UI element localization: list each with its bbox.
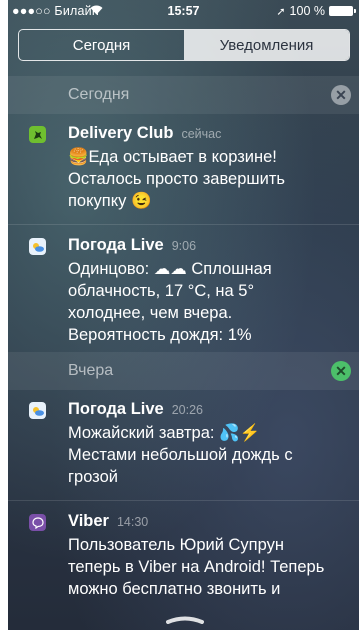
- notification-time: 9:06: [171, 239, 197, 253]
- viber-icon: [29, 514, 46, 531]
- section-header-today: Сегодня ✕: [8, 76, 359, 114]
- notification-time: сейчас: [181, 127, 222, 141]
- notification-time: 20:26: [171, 403, 203, 417]
- body-line: облачность, 17 °C, на 5°: [68, 282, 255, 300]
- notification-body: Одинцово: ☁☁ Сплошная облачность, 17 °C,…: [68, 258, 353, 346]
- section-header-yesterday: Вчера ✕: [8, 352, 359, 390]
- notification-body: Пользователь Юрий Супрун теперь в Viber …: [68, 534, 353, 600]
- body-line: Пользователь Юрий Супрун: [68, 536, 284, 554]
- status-right: ➚ 100 %: [276, 4, 356, 18]
- battery-percent: 100 %: [289, 4, 325, 18]
- body-line: 🍔Еда остывает в корзине!: [68, 148, 277, 166]
- section-title: Сегодня: [68, 86, 130, 103]
- delivery-club-icon: [29, 126, 46, 143]
- body-line: покупку 😉: [68, 192, 152, 210]
- status-bar: ●●●○○ Билайн 15:57 ➚ 100 %: [8, 0, 359, 22]
- body-line: можно бесплатно звонить и: [68, 580, 281, 598]
- app-name: Погода Live: [68, 236, 164, 254]
- weather-icon: [29, 238, 46, 255]
- notification-time: 14:30: [116, 515, 149, 529]
- location-icon: ➚: [276, 5, 286, 18]
- tab-today[interactable]: Сегодня: [19, 30, 184, 60]
- grabber-handle[interactable]: [166, 609, 204, 624]
- body-line: холоднее, чем вчера.: [68, 304, 233, 322]
- notification-header: Delivery Club сейчас: [68, 124, 221, 143]
- weather-icon: [29, 402, 46, 419]
- segmented-control: Сегодня Уведомления: [18, 29, 350, 61]
- clear-section-button[interactable]: ✕: [331, 361, 351, 381]
- body-line: Осталось просто завершить: [68, 170, 286, 188]
- app-name: Погода Live: [68, 400, 164, 418]
- body-line: Вероятность дождя: 1%: [68, 326, 252, 344]
- body-line: грозой: [68, 468, 118, 486]
- clear-section-button[interactable]: ✕: [331, 85, 351, 105]
- notification-body: Можайский завтра: 💦⚡ Местами небольшой д…: [68, 422, 353, 488]
- section-title: Вчера: [68, 362, 114, 379]
- body-line: теперь в Viber на Android! Теперь: [68, 558, 325, 576]
- notification-header: Viber 14:30: [68, 512, 148, 531]
- notification-header: Погода Live 9:06: [68, 236, 196, 255]
- notification-header: Погода Live 20:26: [68, 400, 203, 419]
- app-name: Delivery Club: [68, 124, 174, 142]
- tab-notifications[interactable]: Уведомления: [184, 30, 349, 60]
- app-name: Viber: [68, 512, 109, 530]
- body-line: Можайский завтра: 💦⚡: [68, 424, 261, 442]
- divider: [8, 500, 359, 501]
- body-line: Одинцово: ☁☁ Сплошная: [68, 260, 272, 278]
- body-line: Местами небольшой дождь с: [68, 446, 293, 464]
- divider: [8, 224, 359, 225]
- notification-body: 🍔Еда остывает в корзине! Осталось просто…: [68, 146, 353, 212]
- battery-icon: [329, 6, 356, 16]
- notification-center: ●●●○○ Билайн 15:57 ➚ 100 % Сегодня Уведо…: [8, 0, 359, 630]
